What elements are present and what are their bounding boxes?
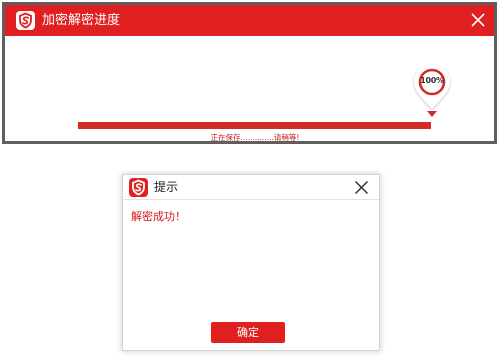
status-text: 正在保存..............请稍等! bbox=[210, 133, 300, 142]
progress-bar bbox=[78, 122, 431, 129]
progress-bar-fill bbox=[78, 122, 431, 129]
tip-dialog: 提示 解密成功！ 确定 bbox=[122, 174, 380, 351]
close-icon[interactable] bbox=[468, 10, 488, 30]
dialog-message: 解密成功！ bbox=[131, 210, 186, 223]
window-title: 加密解密进度 bbox=[42, 13, 121, 28]
encrypt-decrypt-progress-window: 加密解密进度 100% 正在保存..............请稍等! bbox=[2, 2, 497, 144]
progress-percent-label: 100% bbox=[420, 76, 444, 85]
app-logo-icon bbox=[16, 11, 35, 30]
progress-marker: 100% bbox=[411, 62, 453, 122]
close-icon[interactable] bbox=[353, 179, 370, 196]
dialog-header: 提示 bbox=[123, 175, 379, 200]
dialog-title: 提示 bbox=[154, 180, 179, 194]
ok-button[interactable]: 确定 bbox=[211, 322, 285, 343]
title-bar: 加密解密进度 bbox=[5, 5, 494, 36]
app-logo-icon bbox=[129, 178, 148, 197]
